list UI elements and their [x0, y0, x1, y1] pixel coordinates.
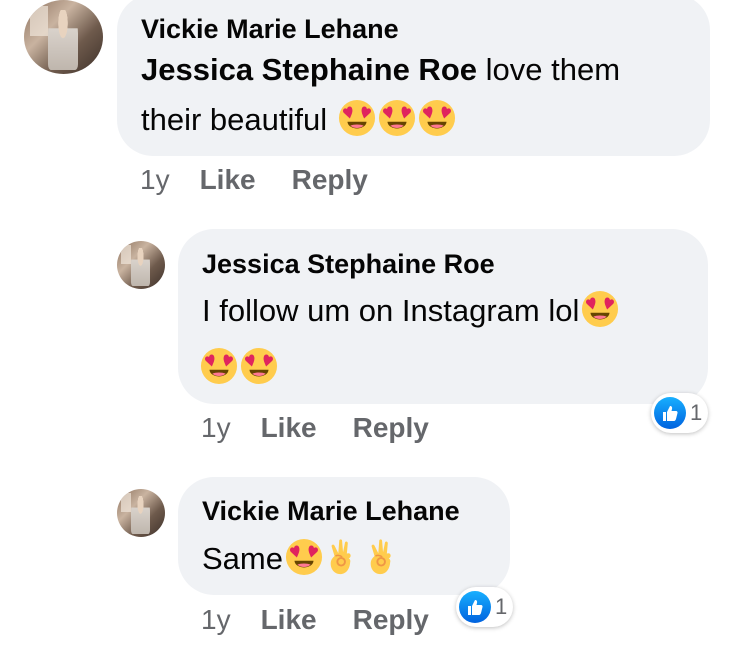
like-thumb-icon	[459, 591, 491, 623]
comment-author[interactable]: Vickie Marie Lehane	[141, 14, 399, 45]
reaction-summary[interactable]: 1	[456, 587, 514, 627]
reply-button[interactable]: Reply	[353, 412, 429, 443]
comment-timestamp[interactable]: 1y	[201, 604, 231, 635]
reply-button[interactable]: Reply	[353, 604, 429, 635]
reaction-count: 1	[495, 594, 508, 619]
like-button[interactable]: Like	[200, 164, 256, 195]
comment-actions: 1y Like Reply	[201, 604, 429, 636]
mention-link[interactable]: Jessica Stephaine Roe	[141, 52, 477, 87]
comment-timestamp[interactable]: 1y	[201, 412, 231, 443]
comment-author[interactable]: Vickie Marie Lehane	[202, 496, 460, 527]
avatar-vickie[interactable]	[117, 489, 165, 537]
ok-hand-emoji-icon	[325, 538, 363, 576]
comment-timestamp[interactable]: 1y	[140, 164, 170, 195]
comment-text: I follow um on Instagram lol	[202, 286, 619, 335]
comment-text-line2: their beautiful	[141, 95, 456, 144]
heart-eyes-emoji-icon	[200, 347, 238, 385]
like-button[interactable]: Like	[261, 604, 317, 635]
comment-text-part: I follow um on Instagram lol	[202, 293, 580, 328]
heart-eyes-emoji-icon	[378, 99, 416, 137]
heart-eyes-emoji-icon	[418, 99, 456, 137]
heart-eyes-emoji-icon	[581, 290, 619, 328]
ok-hand-emoji-icon	[365, 538, 403, 576]
heart-eyes-emoji-icon	[338, 99, 376, 137]
heart-eyes-emoji-icon	[240, 347, 278, 385]
comment-text-part: their beautiful	[141, 102, 336, 137]
comment-actions: 1y Like Reply	[140, 164, 368, 196]
avatar-vickie[interactable]	[24, 0, 103, 74]
comment-actions: 1y Like Reply	[201, 412, 429, 444]
like-button[interactable]: Like	[261, 412, 317, 443]
heart-eyes-emoji-icon	[285, 538, 323, 576]
like-thumb-icon	[654, 397, 686, 429]
comment-text: Same	[202, 534, 403, 583]
reaction-count: 1	[690, 400, 703, 425]
reply-button[interactable]: Reply	[292, 164, 368, 195]
comment-text-line2	[200, 343, 278, 392]
avatar-jessica[interactable]	[117, 241, 165, 289]
comment-text: Jessica Stephaine Roe love them	[141, 45, 620, 94]
comment-text-part: Same	[202, 541, 283, 576]
comment-text-part: love them	[477, 52, 621, 87]
reaction-summary[interactable]: 1	[651, 393, 709, 433]
comment-author[interactable]: Jessica Stephaine Roe	[202, 249, 495, 280]
